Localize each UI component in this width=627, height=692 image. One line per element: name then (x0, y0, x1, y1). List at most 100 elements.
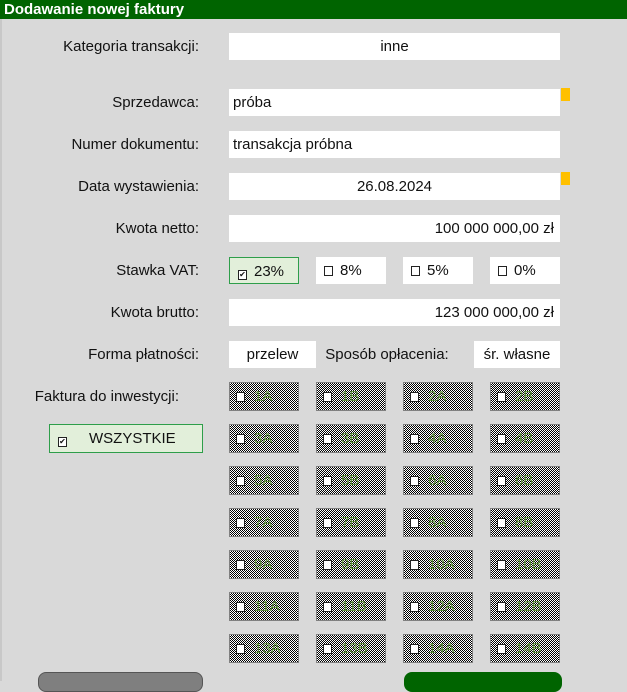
checkbox-icon (410, 560, 419, 570)
investment-checkbox-3B[interactable]: 3B (316, 424, 386, 453)
investment-label: 3A (254, 430, 273, 447)
netto-label: Kwota netto: (115, 220, 199, 237)
investment-checkbox-7B[interactable]: 7B (316, 508, 386, 537)
vat-option-5[interactable]: 5% (403, 257, 473, 284)
investment-checkbox-6B[interactable]: 6B (490, 466, 560, 495)
forma-label: Forma płatności: (88, 346, 199, 363)
investment-label: 6A (428, 472, 447, 489)
vat-option-8[interactable]: 8% (316, 257, 386, 284)
numer-field[interactable]: transakcja próbna (229, 131, 560, 158)
checkbox-icon (411, 266, 420, 276)
investment-label: 10A (428, 556, 455, 573)
investment-label: 7A (254, 514, 273, 531)
vat-option-label: 8% (340, 262, 362, 279)
checkbox-icon (410, 518, 419, 528)
investment-label: 8A (428, 514, 447, 531)
checkbox-icon (497, 644, 506, 654)
vat-option-label: 5% (427, 262, 449, 279)
investment-checkbox-12B[interactable]: 12B (490, 592, 560, 621)
checkbox-icon (236, 518, 245, 528)
investment-label: 4B (515, 430, 534, 447)
investment-label: 14B (515, 640, 542, 657)
checkbox-icon (323, 560, 332, 570)
investment-checkbox-9A[interactable]: 9A (229, 550, 299, 579)
investment-label: 2A (428, 388, 447, 405)
checkbox-icon (236, 434, 245, 444)
investment-checkbox-14B[interactable]: 14B (490, 634, 560, 663)
checkbox-icon (236, 392, 245, 402)
sposob-field[interactable]: śr. własne (474, 341, 560, 368)
vat-option-label: 0% (514, 262, 536, 279)
forma-field[interactable]: przelew (229, 341, 316, 368)
checkbox-icon (497, 434, 506, 444)
vat-option-0[interactable]: 0% (490, 257, 560, 284)
brutto-field[interactable]: 123 000 000,00 zł (229, 299, 560, 326)
investment-checkbox-7A[interactable]: 7A (229, 508, 299, 537)
investment-label: 9B (341, 556, 360, 573)
checkbox-icon (323, 392, 332, 402)
investment-label: 9A (254, 556, 273, 573)
checkbox-icon (410, 476, 419, 486)
data-field[interactable]: 26.08.2024 (229, 173, 560, 200)
investment-label: 6B (515, 472, 534, 489)
investment-checkbox-8B[interactable]: 8B (490, 508, 560, 537)
checkbox-icon (323, 518, 332, 528)
investment-label: 13B (341, 640, 368, 657)
investment-checkbox-13A[interactable]: 13A (229, 634, 299, 663)
investment-label: 12A (428, 598, 455, 615)
checkbox-icon (323, 434, 332, 444)
checkbox-icon (323, 476, 332, 486)
investment-checkbox-2B[interactable]: 2B (490, 382, 560, 411)
investment-label: 11B (341, 598, 367, 615)
checkbox-icon (323, 644, 332, 654)
checkbox-icon (236, 602, 245, 612)
netto-field[interactable]: 100 000 000,00 zł (229, 215, 560, 242)
investment-checkbox-14A[interactable]: 14A (403, 634, 473, 663)
checkbox-icon (236, 476, 245, 486)
investment-checkbox-4B[interactable]: 4B (490, 424, 560, 453)
investment-checkbox-12A[interactable]: 12A (403, 592, 473, 621)
checkbox-icon (498, 266, 507, 276)
investment-label: 4A (428, 430, 447, 447)
select-all-checkbox[interactable]: ✔ WSZYSTKIE (49, 424, 203, 453)
investment-checkbox-8A[interactable]: 8A (403, 508, 473, 537)
investment-checkbox-1A[interactable]: 1A (229, 382, 299, 411)
checkbox-icon (410, 644, 419, 654)
kategoria-field[interactable]: inne (229, 33, 560, 60)
required-flag (561, 88, 570, 101)
investment-checkbox-13B[interactable]: 13B (316, 634, 386, 663)
checkbox-icon (497, 518, 506, 528)
kategoria-label: Kategoria transakcji: (63, 38, 199, 55)
investment-checkbox-4A[interactable]: 4A (403, 424, 473, 453)
investment-checkbox-2A[interactable]: 2A (403, 382, 473, 411)
cancel-button[interactable] (38, 672, 203, 692)
investment-checkbox-10B[interactable]: 10B (490, 550, 560, 579)
vat-option-23[interactable]: ✔ 23% (229, 257, 299, 284)
investment-label: 7B (341, 514, 360, 531)
investment-checkbox-11A[interactable]: 11A (229, 592, 299, 621)
investment-checkbox-5A[interactable]: 5A (229, 466, 299, 495)
investment-label: 12B (515, 598, 542, 615)
save-button[interactable] (404, 672, 562, 692)
checkbox-icon (497, 602, 506, 612)
required-flag (561, 172, 570, 185)
investment-label: 3B (341, 430, 360, 447)
investment-checkbox-3A[interactable]: 3A (229, 424, 299, 453)
investment-checkbox-10A[interactable]: 10A (403, 550, 473, 579)
investment-label: 5B (341, 472, 360, 489)
investment-label: 2B (515, 388, 534, 405)
checkbox-icon (324, 266, 333, 276)
select-all-label: WSZYSTKIE (89, 430, 176, 447)
investment-checkbox-9B[interactable]: 9B (316, 550, 386, 579)
investment-label: 1B (341, 388, 360, 405)
investment-label: 10B (515, 556, 542, 573)
investment-checkbox-1B[interactable]: 1B (316, 382, 386, 411)
checkbox-icon (236, 644, 245, 654)
checkbox-checked-icon: ✔ (58, 437, 67, 447)
investment-checkbox-5B[interactable]: 5B (316, 466, 386, 495)
sprzedawca-label: Sprzedawca: (112, 94, 199, 111)
investment-checkbox-11B[interactable]: 11B (316, 592, 386, 621)
sprzedawca-field[interactable]: próba (229, 89, 560, 116)
checkbox-icon (410, 392, 419, 402)
investment-checkbox-6A[interactable]: 6A (403, 466, 473, 495)
